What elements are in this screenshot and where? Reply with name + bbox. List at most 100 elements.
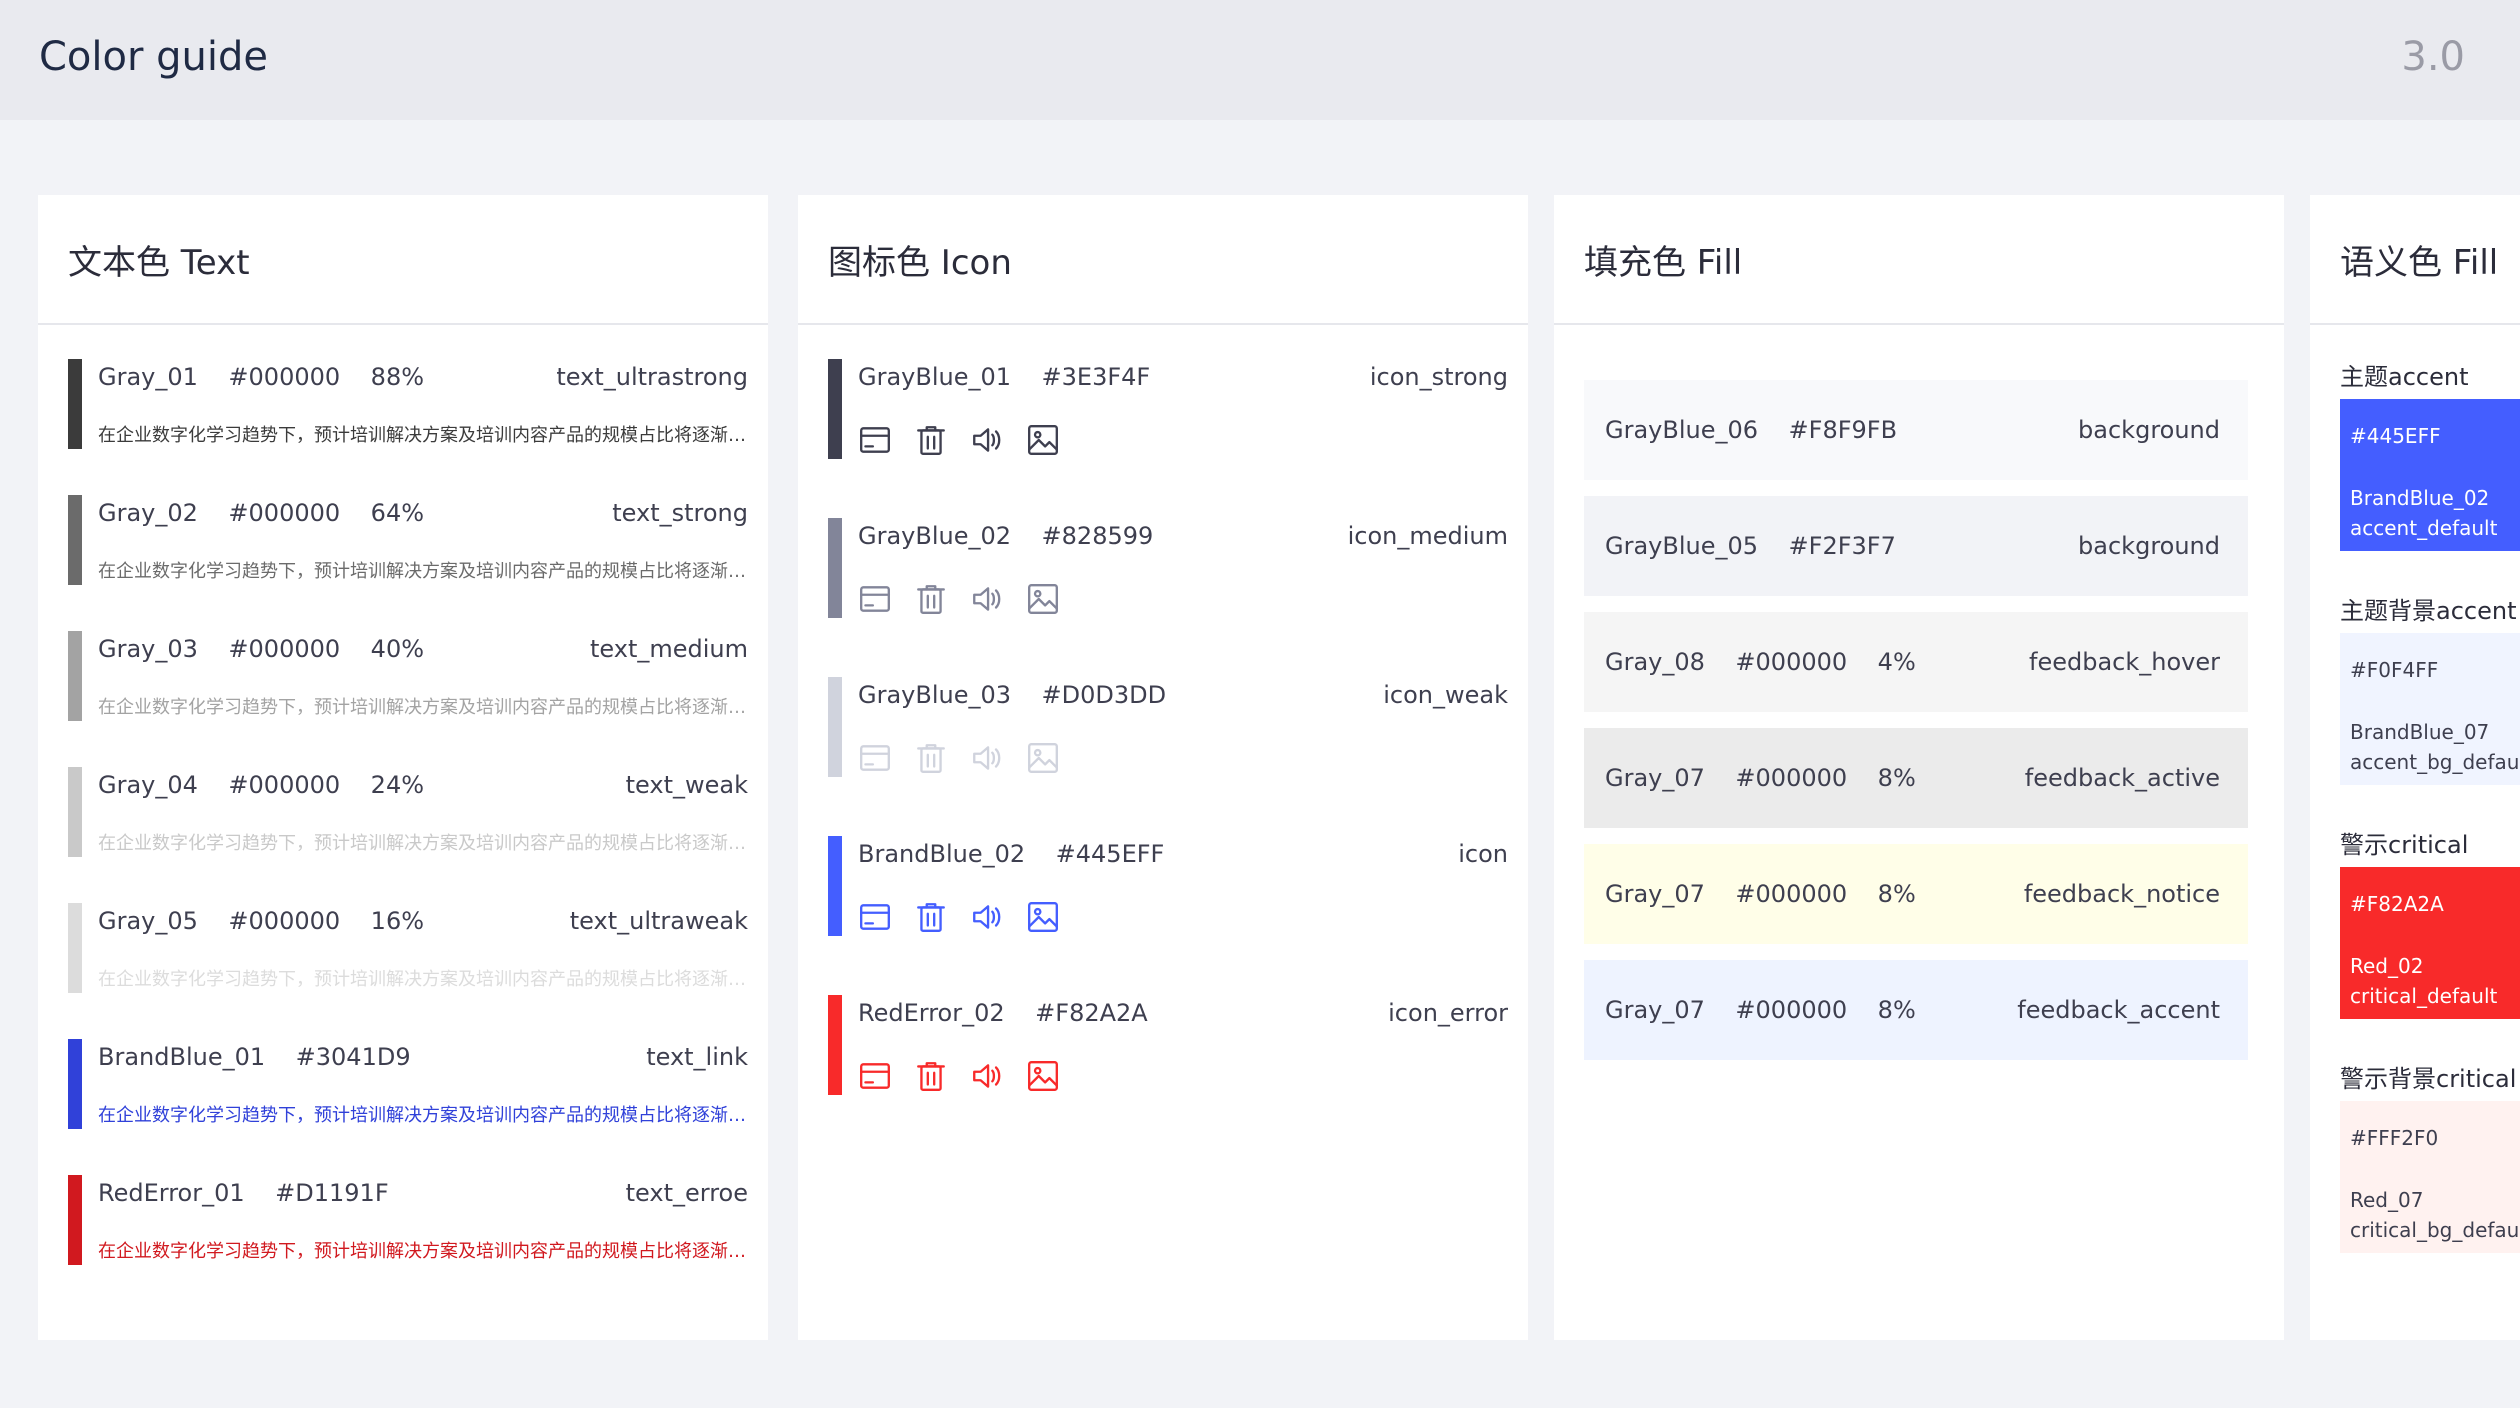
token-name: icon_strong xyxy=(1369,363,1508,391)
fill-color-row: Gray_08 #000000 4% feedback_hover xyxy=(1584,612,2248,712)
speaker-icon xyxy=(970,741,1004,775)
color-swatch-bar xyxy=(828,518,842,618)
token-name: icon_error xyxy=(1388,999,1508,1027)
semantic-color-card: #FFF2F0 Red_07 critical_bg_default xyxy=(2340,1101,2520,1253)
token-name: feedback_hover xyxy=(2029,648,2220,676)
image-icon xyxy=(1026,1059,1060,1093)
color-swatch-bar xyxy=(68,631,82,721)
speaker-icon xyxy=(970,582,1004,616)
token-name: background xyxy=(2078,532,2220,560)
color-hex: #FFF2F0 xyxy=(2350,1126,2439,1150)
token-name: icon xyxy=(1458,840,1508,868)
version-label: 3.0 xyxy=(2401,34,2465,80)
top-bar: Color guide 3.0 xyxy=(0,0,2520,120)
color-swatch-bar xyxy=(68,903,82,993)
text-color-row: BrandBlue_01 #3041D9 text_link 在企业数字化学习趋势下… xyxy=(68,1039,748,1131)
color-spec: Gray_02 #000000 64% xyxy=(98,499,425,527)
token-name: text_weak xyxy=(625,771,748,799)
sample-text: 在企业数字化学习趋势下，预计培训解决方案及培训内容产品的规模占比将逐渐增大 xyxy=(98,425,748,446)
token-name: feedback_accent xyxy=(2017,996,2220,1024)
color-spec: RedError_01 #D1191F xyxy=(98,1179,389,1207)
color-spec: BrandBlue_01 #3041D9 xyxy=(98,1043,411,1071)
semantic-group-title: 主题accent xyxy=(2340,363,2469,391)
color-swatch-bar xyxy=(828,995,842,1095)
sample-text: 在企业数字化学习趋势下，预计培训解决方案及培训内容产品的规模占比将逐渐增大 xyxy=(98,833,748,854)
color-spec: Gray_07 #000000 8% xyxy=(1605,996,1916,1024)
icon-color-row: GrayBlue_03 #D0D3DD icon_weak xyxy=(828,677,1508,777)
token-name: feedback_notice xyxy=(2023,880,2220,908)
color-swatch-bar xyxy=(828,677,842,777)
color-spec: GrayBlue_03 #D0D3DD xyxy=(858,681,1167,709)
semantic-color-card: #F0F4FF BrandBlue_07 accent_bg_default xyxy=(2340,633,2520,785)
sample-text: 在企业数字化学习趋势下，预计培训解决方案及培训内容产品的规模占比将逐渐增大 xyxy=(98,561,748,582)
color-spec: Gray_03 #000000 40% xyxy=(98,635,425,663)
sample-text: 在企业数字化学习趋势下，预计培训解决方案及培训内容产品的规模占比将逐渐增大 xyxy=(98,1105,748,1126)
sample-text: 在企业数字化学习趋势下，预计培训解决方案及培训内容产品的规模占比将逐渐增大 xyxy=(98,1241,748,1262)
text-color-row: Gray_04 #000000 24% text_weak 在企业数字化学习趋势下，… xyxy=(68,767,748,859)
token-name: background xyxy=(2078,416,2220,444)
semantic-color-card: #F82A2A Red_02 critical_default xyxy=(2340,867,2520,1019)
text-color-row: Gray_02 #000000 64% text_strong 在企业数字化学习趋势… xyxy=(68,495,748,587)
panel-title-icon: 图标色 Icon xyxy=(798,195,1528,325)
text-color-row: RedError_01 #D1191F text_erroe 在企业数字化学习趋势下… xyxy=(68,1175,748,1267)
image-icon xyxy=(1026,900,1060,934)
token-name: text_ultrastrong xyxy=(556,363,748,391)
window-icon xyxy=(858,423,892,457)
color-name: Red_02 xyxy=(2350,954,2424,978)
semantic-group-title: 警示critical xyxy=(2340,831,2469,859)
semantic-color-card: #445EFF BrandBlue_02 accent_default xyxy=(2340,399,2520,551)
speaker-icon xyxy=(970,900,1004,934)
color-swatch-bar xyxy=(828,359,842,459)
token-name: accent_default xyxy=(2350,516,2498,540)
trash-icon xyxy=(914,423,948,457)
fill-color-row: Gray_07 #000000 8% feedback_notice xyxy=(1584,844,2248,944)
text-color-row: Gray_05 #000000 16% text_ultraweak 在企业数字化学… xyxy=(68,903,748,995)
color-spec: Gray_04 #000000 24% xyxy=(98,771,425,799)
token-name: text_strong xyxy=(612,499,748,527)
token-name: icon_weak xyxy=(1383,681,1508,709)
color-spec: GrayBlue_02 #828599 xyxy=(858,522,1154,550)
trash-icon xyxy=(914,741,948,775)
token-name: icon_medium xyxy=(1347,522,1508,550)
color-name: BrandBlue_07 xyxy=(2350,720,2490,744)
color-swatch-bar xyxy=(68,1039,82,1129)
semantic-group-title: 主题背景accent xyxy=(2340,597,2517,625)
text-color-row: Gray_03 #000000 40% text_medium 在企业数字化学习趋势… xyxy=(68,631,748,723)
semantic-color-panel: 语义色 Fill 主题accent #445EFF BrandBlue_02 acce… xyxy=(2310,195,2520,1340)
speaker-icon xyxy=(970,1059,1004,1093)
color-name: BrandBlue_02 xyxy=(2350,486,2490,510)
color-spec: Gray_05 #000000 16% xyxy=(98,907,425,935)
color-hex: #F0F4FF xyxy=(2350,658,2439,682)
token-name: text_medium xyxy=(589,635,748,663)
icon-color-row: BrandBlue_02 #445EFF icon xyxy=(828,836,1508,936)
icon-samples xyxy=(858,1059,1060,1093)
token-name: accent_bg_default xyxy=(2350,750,2520,774)
fill-color-row: GrayBlue_05 #F2F3F7 background xyxy=(1584,496,2248,596)
color-swatch-bar xyxy=(828,836,842,936)
icon-color-row: GrayBlue_01 #3E3F4F icon_strong xyxy=(828,359,1508,459)
image-icon xyxy=(1026,423,1060,457)
color-spec: GrayBlue_01 #3E3F4F xyxy=(858,363,1151,391)
color-spec: Gray_01 #000000 88% xyxy=(98,363,425,391)
trash-icon xyxy=(914,900,948,934)
window-icon xyxy=(858,1059,892,1093)
panel-title-fill: 填充色 Fill xyxy=(1554,195,2284,325)
color-swatch-bar xyxy=(68,767,82,857)
token-name: feedback_active xyxy=(2024,764,2220,792)
trash-icon xyxy=(914,1059,948,1093)
icon-samples xyxy=(858,900,1060,934)
panel-title-semantic: 语义色 Fill xyxy=(2310,195,2520,325)
icon-samples xyxy=(858,582,1060,616)
color-spec: Gray_08 #000000 4% xyxy=(1605,648,1916,676)
text-color-row: Gray_01 #000000 88% text_ultrastrong 在企业数字… xyxy=(68,359,748,451)
token-name: critical_bg_default xyxy=(2350,1218,2520,1242)
fill-color-panel: 填充色 Fill GrayBlue_06 #F8F9FB background Gr… xyxy=(1554,195,2284,1340)
color-spec: Gray_07 #000000 8% xyxy=(1605,880,1916,908)
color-hex: #F82A2A xyxy=(2350,892,2444,916)
panel-title-text: 文本色 Text xyxy=(38,195,768,325)
color-swatch-bar xyxy=(68,359,82,449)
icon-samples xyxy=(858,423,1060,457)
token-name: text_ultraweak xyxy=(569,907,748,935)
color-name: Red_07 xyxy=(2350,1188,2424,1212)
speaker-icon xyxy=(970,423,1004,457)
